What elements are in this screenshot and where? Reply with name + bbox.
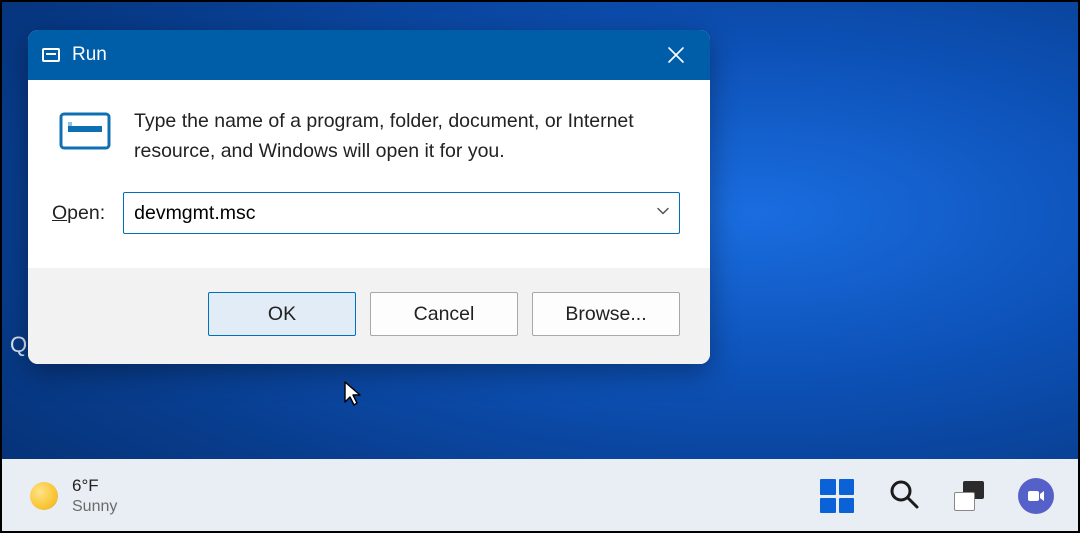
weather-description: Sunny bbox=[72, 497, 117, 516]
task-view-button[interactable] bbox=[954, 481, 984, 511]
taskview-front-icon bbox=[954, 492, 975, 511]
browse-button[interactable]: Browse... bbox=[532, 292, 680, 336]
stray-text: Q bbox=[10, 332, 27, 358]
open-input[interactable] bbox=[123, 192, 680, 234]
sun-icon bbox=[30, 482, 58, 510]
chat-button[interactable] bbox=[1018, 478, 1054, 514]
run-description: Type the name of a program, folder, docu… bbox=[134, 106, 680, 166]
taskbar[interactable]: 6°F Sunny bbox=[0, 459, 1080, 533]
weather-widget[interactable]: 6°F Sunny bbox=[30, 476, 117, 516]
search-button[interactable] bbox=[888, 478, 920, 515]
open-combobox[interactable] bbox=[123, 192, 680, 234]
run-title-icon bbox=[42, 48, 60, 62]
titlebar[interactable]: Run bbox=[28, 30, 710, 80]
camera-icon bbox=[1026, 486, 1046, 506]
run-dialog: Run Type the name of a program, folder, … bbox=[28, 30, 710, 364]
cancel-button[interactable]: Cancel bbox=[370, 292, 518, 336]
weather-temperature: 6°F bbox=[72, 476, 117, 496]
search-icon bbox=[888, 478, 920, 510]
window-title: Run bbox=[72, 44, 652, 66]
ok-button[interactable]: OK bbox=[208, 292, 356, 336]
close-button[interactable] bbox=[652, 30, 700, 80]
open-label: Open: bbox=[52, 202, 105, 225]
close-icon bbox=[667, 46, 685, 64]
start-button[interactable] bbox=[820, 479, 854, 513]
dialog-footer: OK Cancel Browse... bbox=[28, 268, 710, 364]
taskbar-icons bbox=[820, 478, 1058, 515]
run-app-icon bbox=[58, 108, 112, 156]
